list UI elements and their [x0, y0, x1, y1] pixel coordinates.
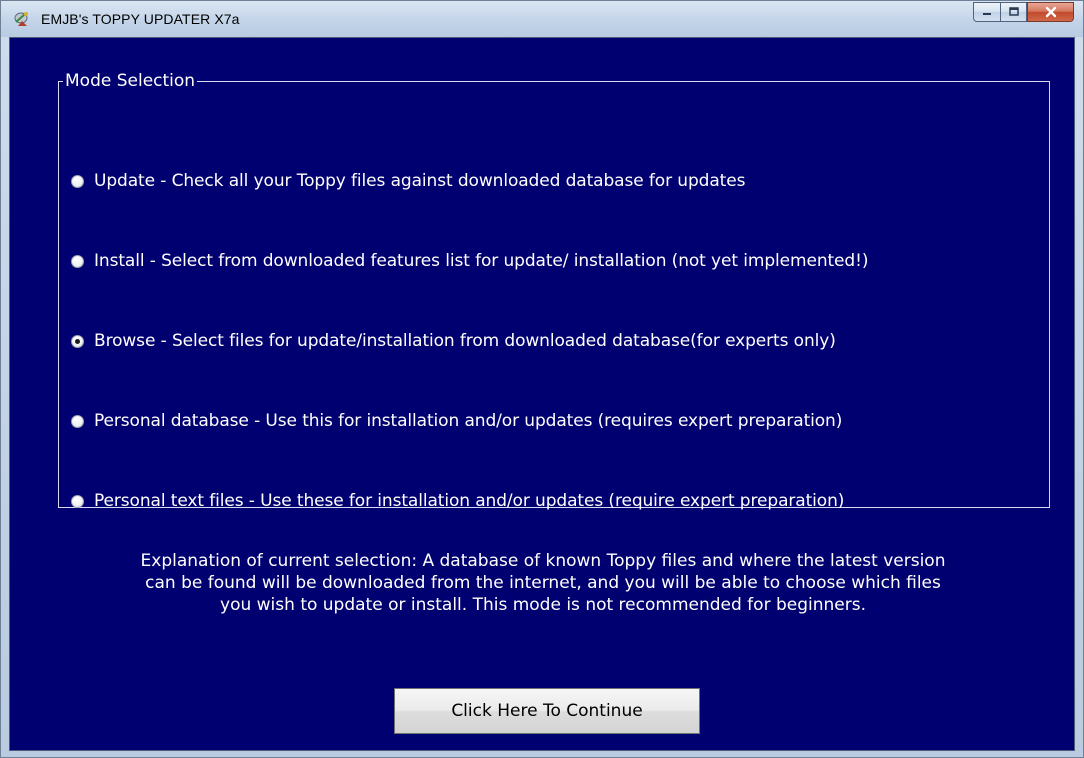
- minimize-button[interactable]: [973, 2, 1000, 22]
- explanation-line-3: you wish to update or install. This mode…: [220, 595, 866, 615]
- option-personal-text-files-label[interactable]: Personal text files - Use these for inst…: [94, 491, 844, 511]
- radio-install[interactable]: [71, 254, 84, 268]
- option-update-label[interactable]: Update - Check all your Toppy files agai…: [94, 171, 745, 191]
- option-install[interactable]: Install - Select from downloaded feature…: [71, 248, 868, 274]
- close-icon: [1045, 6, 1056, 18]
- option-personal-database-label[interactable]: Personal database - Use this for install…: [94, 411, 842, 431]
- app-window: EMJB's TOPPY UPDATER X7a Mode Selection …: [0, 0, 1084, 758]
- mode-selection-group: Mode Selection Update - Check all your T…: [58, 71, 1050, 511]
- close-button[interactable]: [1027, 2, 1074, 22]
- radio-personal-text-files[interactable]: [71, 494, 84, 508]
- continue-button[interactable]: Click Here To Continue: [394, 688, 700, 734]
- title-bar[interactable]: EMJB's TOPPY UPDATER X7a: [1, 1, 1083, 37]
- option-personal-database[interactable]: Personal database - Use this for install…: [71, 408, 842, 434]
- maximize-icon: [1008, 7, 1019, 16]
- window-title: EMJB's TOPPY UPDATER X7a: [41, 11, 240, 27]
- option-personal-text-files[interactable]: Personal text files - Use these for inst…: [71, 488, 844, 514]
- group-legend: Mode Selection: [63, 71, 198, 91]
- satellite-dish-icon: [14, 12, 28, 26]
- selection-explanation: Explanation of current selection: A data…: [40, 550, 1046, 616]
- maximize-button[interactable]: [1000, 2, 1027, 22]
- client-area: Mode Selection Update - Check all your T…: [9, 37, 1075, 751]
- option-browse[interactable]: Browse - Select files for update/install…: [71, 328, 836, 354]
- option-browse-label[interactable]: Browse - Select files for update/install…: [94, 331, 836, 351]
- explanation-line-1: Explanation of current selection: A data…: [140, 551, 946, 571]
- option-install-label[interactable]: Install - Select from downloaded feature…: [94, 251, 868, 271]
- radio-personal-database[interactable]: [71, 414, 84, 428]
- minimize-icon: [983, 13, 991, 15]
- explanation-line-2: can be found will be downloaded from the…: [145, 573, 941, 593]
- option-update[interactable]: Update - Check all your Toppy files agai…: [71, 168, 745, 194]
- caption-buttons: [973, 2, 1074, 24]
- radio-browse[interactable]: [71, 334, 84, 348]
- radio-update[interactable]: [71, 174, 84, 188]
